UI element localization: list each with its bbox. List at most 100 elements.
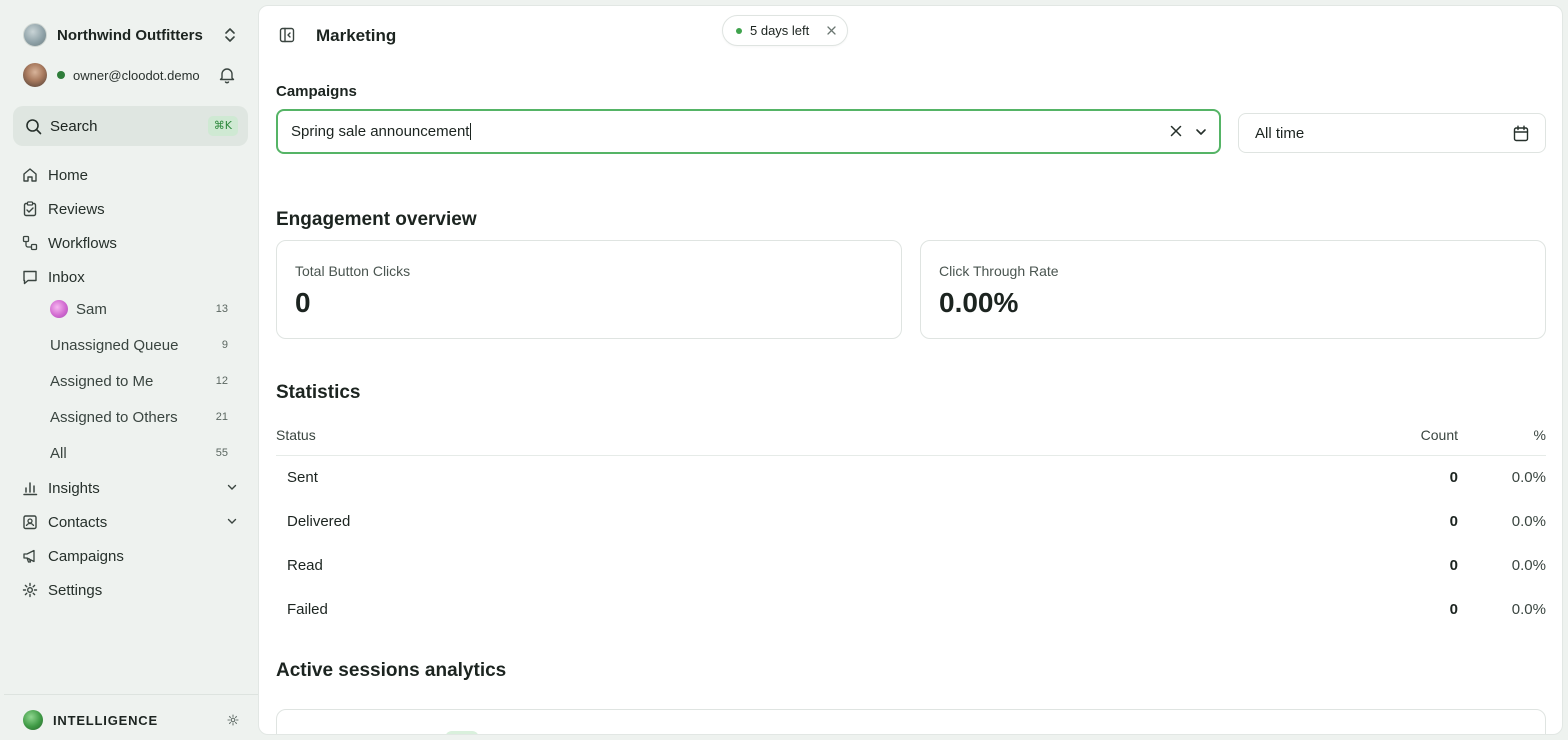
row-status: Sent (287, 469, 318, 486)
home-icon (23, 168, 37, 182)
table-row: Delivered 0 0.0% (276, 500, 1546, 544)
date-range-value: All time (1255, 124, 1305, 142)
stat-value: 0 (295, 287, 311, 318)
statistics-title: Statistics (276, 382, 361, 403)
table-row: Failed 0 0.0% (276, 588, 1546, 632)
sessions-title: Active sessions analytics (276, 660, 507, 681)
nav-item-label: Settings (48, 581, 103, 599)
row-status: Failed (287, 601, 328, 618)
chevron-down-icon[interactable] (226, 515, 238, 527)
nav-item-label: Workflows (48, 234, 117, 252)
chart-icon (23, 482, 38, 496)
inbox-item-unassigned-queue[interactable]: Unassigned Queue 9 (50, 332, 230, 358)
stat-value: 0.00% (939, 287, 1019, 318)
inbox-item-assigned-to-others[interactable]: Assigned to Others 21 (50, 404, 230, 430)
date-range-select[interactable]: All time (1238, 113, 1546, 153)
trial-badge-text: 5 days left (750, 23, 810, 38)
column-header-percent: % (1533, 427, 1546, 443)
table-row: Read 0 0.0% (276, 544, 1546, 588)
text-caret (470, 123, 472, 140)
org-name: Northwind Outfitters (57, 26, 203, 44)
inbox-item-label: Unassigned Queue (50, 336, 179, 354)
inbox-item-label: Assigned to Me (50, 372, 154, 390)
message-icon (23, 270, 37, 285)
column-header-status: Status (276, 427, 316, 443)
nav-item-insights[interactable]: Insights (22, 475, 244, 501)
campaign-field-label: Campaigns (276, 83, 357, 100)
inbox-item-label: All (50, 444, 67, 462)
stat-label: Click Through Rate (939, 263, 1059, 279)
chevron-down-icon[interactable] (1195, 126, 1207, 138)
row-percent: 0.0% (1511, 469, 1546, 486)
bell-icon[interactable] (219, 66, 235, 84)
inbox-item-count: 21 (215, 411, 228, 423)
inbox-item-count: 12 (215, 375, 228, 387)
nav-item-inbox[interactable]: Inbox (22, 264, 244, 290)
sessions-card (276, 709, 1546, 734)
row-status: Read (287, 557, 323, 574)
gear-icon[interactable] (227, 714, 239, 726)
intelligence-panel[interactable]: INTELLIGENCE (23, 710, 243, 730)
nav-item-workflows[interactable]: Workflows (22, 230, 244, 256)
campaign-select-value[interactable]: Spring sale announcement (291, 123, 469, 140)
calendar-icon (1513, 125, 1529, 142)
row-percent: 0.0% (1511, 557, 1546, 574)
table-row: Sent 0 0.0% (276, 456, 1546, 500)
nav-item-label: Insights (48, 479, 100, 497)
user-avatar (23, 63, 47, 87)
gear-icon (22, 582, 38, 598)
nav-item-contacts[interactable]: Contacts (22, 509, 244, 535)
divider (4, 694, 258, 695)
clear-icon[interactable] (1169, 124, 1183, 138)
stat-card-ctr: Click Through Rate 0.00% (920, 240, 1546, 339)
stat-label: Total Button Clicks (295, 263, 411, 279)
chevron-down-icon[interactable] (226, 481, 238, 493)
nav-item-home[interactable]: Home (22, 162, 244, 188)
nav-item-label: Reviews (48, 200, 105, 218)
chevron-up-down-icon (225, 28, 235, 42)
main-panel: Marketing 5 days left Campaigns Spring s… (258, 5, 1563, 735)
inbox-item-count: 55 (215, 447, 228, 459)
user-profile[interactable]: owner@cloodot.demo (23, 63, 243, 87)
status-badge (445, 731, 479, 734)
inbox-item-sam[interactable]: Sam 13 (50, 296, 230, 322)
nav-item-campaigns[interactable]: Campaigns (22, 543, 244, 569)
search-shortcut-badge: ⌘K (207, 116, 238, 136)
nav-item-settings[interactable]: Settings (22, 577, 244, 603)
nav-item-label: Contacts (48, 513, 108, 531)
close-icon[interactable] (826, 25, 837, 36)
row-percent: 0.0% (1511, 601, 1546, 618)
page-title: Marketing (316, 26, 397, 45)
intelligence-orb-icon (23, 710, 43, 730)
table-header: Status Count % (276, 424, 1546, 456)
inbox-item-label: Assigned to Others (50, 408, 178, 426)
inbox-item-all[interactable]: All 55 (50, 440, 230, 466)
nav-item-label: Campaigns (48, 547, 124, 565)
campaign-select[interactable]: Spring sale announcement (276, 109, 1221, 154)
row-count: 0 (1449, 557, 1458, 574)
org-avatar (23, 23, 47, 47)
inbox-item-label: Sam (76, 300, 107, 318)
clipboard-check-icon (23, 201, 37, 217)
inbox-item-assigned-to-me[interactable]: Assigned to Me 12 (50, 368, 230, 394)
user-email: owner@cloodot.demo (73, 67, 200, 83)
row-count: 0 (1449, 513, 1458, 530)
row-count: 0 (1449, 469, 1458, 486)
nav-item-label: Home (48, 166, 89, 184)
nav-item-reviews[interactable]: Reviews (22, 196, 244, 222)
search-button[interactable]: Search ⌘K (13, 106, 248, 146)
workflow-icon (22, 235, 38, 251)
search-label: Search (50, 117, 98, 135)
row-percent: 0.0% (1511, 513, 1546, 530)
column-header-count: Count (1420, 427, 1458, 443)
stat-card-button-clicks: Total Button Clicks 0 (276, 240, 902, 339)
trial-badge: 5 days left (722, 15, 848, 46)
intelligence-label: INTELLIGENCE (53, 712, 158, 728)
sidebar-toggle-icon[interactable] (279, 27, 295, 43)
statistics-table: Status Count % Sent 0 0.0% Delivered 0 0… (276, 424, 1546, 632)
avatar (50, 300, 68, 318)
inbox-item-count: 9 (221, 339, 228, 351)
nav-item-label: Inbox (48, 268, 85, 286)
org-switcher[interactable]: Northwind Outfitters (23, 22, 243, 48)
engagement-title: Engagement overview (276, 209, 477, 230)
